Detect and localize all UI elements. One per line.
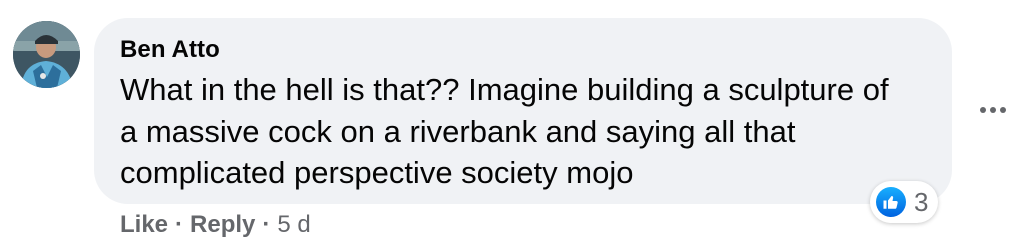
separator: · bbox=[262, 211, 271, 238]
avatar[interactable] bbox=[13, 21, 80, 88]
ellipsis-icon-dot bbox=[990, 107, 996, 113]
avatar-image bbox=[13, 21, 80, 88]
comment-author[interactable]: Ben Atto bbox=[120, 36, 220, 64]
thumbs-up-icon bbox=[876, 187, 906, 217]
reaction-count: 3 bbox=[914, 186, 929, 217]
reply-button[interactable]: Reply bbox=[190, 211, 255, 239]
comment-text-line: a massive cock on a riverbank and saying… bbox=[120, 114, 796, 149]
separator: · bbox=[175, 211, 184, 238]
comment-actions: Like · Reply · 5 d bbox=[120, 207, 311, 243]
ellipsis-icon-dot bbox=[1000, 107, 1006, 113]
like-button[interactable]: Like bbox=[120, 211, 168, 239]
comment-text-line: complicated perspective society mojo bbox=[120, 155, 634, 190]
ellipsis-icon-dot bbox=[980, 107, 986, 113]
comment-text-line: What in the hell is that?? Imagine build… bbox=[120, 72, 889, 107]
comment-timestamp[interactable]: 5 d bbox=[277, 211, 310, 239]
reactions-summary[interactable]: 3 bbox=[870, 181, 939, 223]
comment: Ben Atto What in the hell is that?? Imag… bbox=[0, 0, 1024, 245]
more-options-button[interactable] bbox=[976, 98, 1010, 122]
